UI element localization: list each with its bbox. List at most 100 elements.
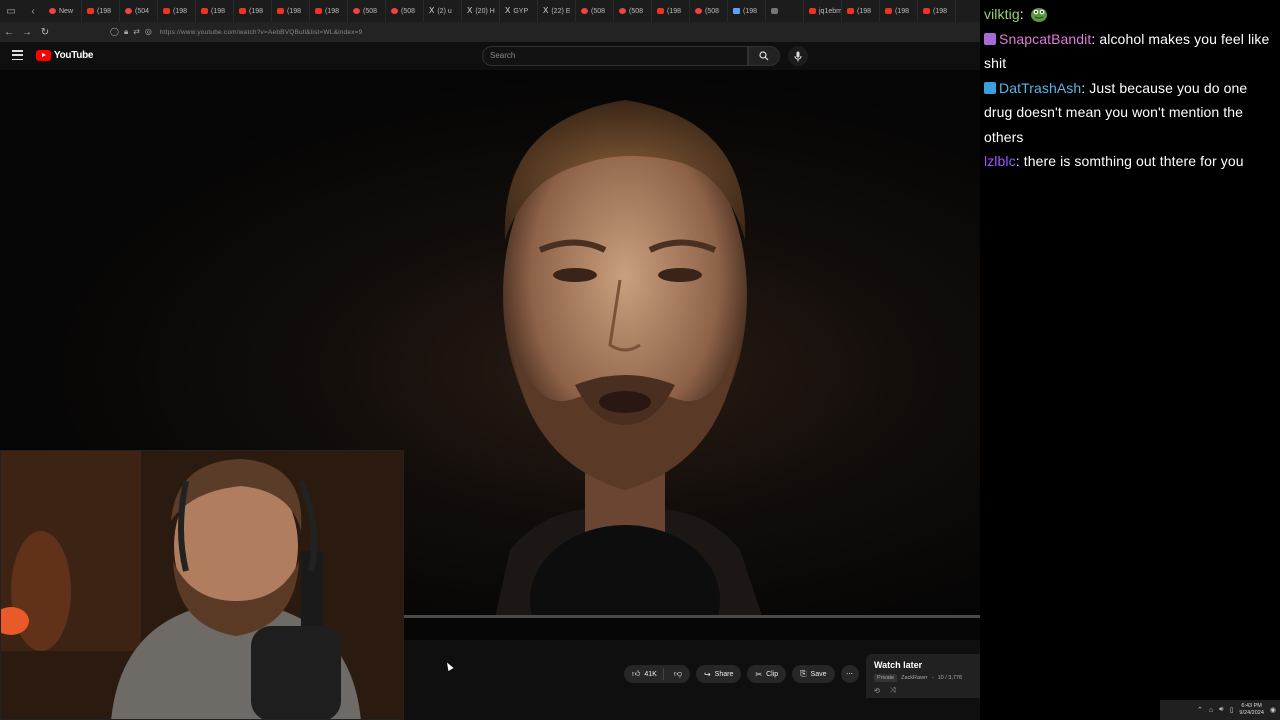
browser-tab[interactable]: (198 [158, 0, 196, 22]
browser-tab-label: (198 [667, 7, 682, 15]
chat-message: SnapcatBandit: alcohol makes you feel li… [984, 27, 1276, 76]
tab-favicon-icon [657, 8, 664, 14]
youtube-wordmark: YouTube [54, 50, 94, 61]
chat-username[interactable]: DatTrashAsh [999, 80, 1081, 96]
playlist-owner[interactable]: ZackRawrr [901, 675, 928, 681]
browser-tab-label: (198 [933, 7, 948, 15]
like-dislike-group: 👍︎ 41K 👎︎ [624, 665, 690, 683]
browser-tab-label: (198 [857, 7, 872, 15]
browser-tab-label: (508 [401, 7, 416, 15]
search-button[interactable] [748, 46, 780, 66]
back-icon[interactable]: ← [0, 27, 18, 38]
browser-tab[interactable]: (508 [348, 0, 386, 22]
tab-favicon-icon [771, 8, 778, 14]
video-presenter-image [495, 100, 762, 615]
voice-search-button[interactable] [788, 46, 808, 66]
browser-tab[interactable]: New [44, 0, 82, 22]
dislike-button[interactable]: 👎︎ [668, 669, 690, 679]
chat-message: lzlblc: there is somthing out thtere for… [984, 149, 1276, 174]
site-info-icons[interactable]: ◯ 🔒︎ ⇄ ◎ [110, 27, 152, 37]
reload-icon[interactable]: ↻ [36, 27, 54, 38]
tab-favicon-icon [87, 8, 94, 14]
clock[interactable]: 6:43 PM 9/24/2024 [1239, 703, 1263, 717]
browser-tab[interactable]: (198 [196, 0, 234, 22]
browser-tab[interactable]: (198 [880, 0, 918, 22]
tab-favicon-icon [809, 8, 816, 14]
clip-button[interactable]: ✂ Clip [747, 665, 787, 683]
browser-tab[interactable]: X (20) H [462, 0, 500, 22]
browser-tab[interactable]: (198 [728, 0, 766, 22]
url-field[interactable]: https://www.youtube.com/watch?v=AebBVQBu… [160, 29, 363, 36]
chat-username[interactable]: lzlblc [984, 153, 1016, 169]
browser-tab-label: (198 [97, 7, 112, 15]
browser-tab[interactable]: (508 [690, 0, 728, 22]
browser-tab[interactable]: (508 [386, 0, 424, 22]
tracking-icon: ◎ [144, 27, 152, 36]
browser-tab-label: (198 [287, 7, 302, 15]
like-button[interactable]: 👍︎ 41K [624, 668, 664, 680]
chat-username[interactable]: vilktig [984, 6, 1020, 22]
volume-icon[interactable]: 🔊︎ [1219, 706, 1223, 714]
tray-chevron-icon[interactable]: ⌃ [1197, 706, 1203, 714]
browser-tab-label: (198 [211, 7, 226, 15]
x-logo-icon: X [505, 6, 511, 15]
thumbs-up-icon: 👍︎ [632, 669, 641, 678]
more-actions-button[interactable]: ⋯ [840, 665, 859, 683]
search-icon [759, 51, 769, 61]
shuffle-icon[interactable]: ⤨ [890, 687, 896, 695]
browser-tab-label: (504 [135, 7, 150, 15]
loop-icon[interactable]: ⟲ [874, 687, 880, 695]
clock-time: 6:43 PM [1241, 703, 1262, 709]
address-bar: ← → ↻ ◯ 🔒︎ ⇄ ◎ https://www.youtube.com/w… [0, 22, 980, 42]
tab-favicon-icon [581, 8, 588, 14]
browser-tab[interactable]: X GYP [500, 0, 538, 22]
chat-separator: : [1015, 153, 1024, 169]
tab-favicon-icon [49, 8, 56, 14]
battery-icon[interactable]: ▯ [1230, 706, 1234, 714]
tab-actions-icon[interactable]: ▭ [0, 0, 22, 22]
chat-username[interactable]: SnapcatBandit [999, 31, 1091, 47]
share-button[interactable]: ↪ Share [695, 665, 742, 683]
thumbs-down-icon: 👎︎ [673, 669, 682, 678]
browser-tab[interactable]: X (2) u [424, 0, 462, 22]
browser-tab[interactable]: (198 [918, 0, 956, 22]
browser-tab-label: (508 [629, 7, 644, 15]
tab-favicon-icon [923, 8, 930, 14]
tab-favicon-icon [163, 8, 170, 14]
browser-tab-strip: ▭ ‹ New (198 (504 (198 (198 (198 (198 (198 (508 (… [0, 0, 980, 22]
browser-tab[interactable]: (198 [310, 0, 348, 22]
tab-favicon-icon [353, 8, 360, 14]
stream-chat: vilktig: SnapcatBandit: alcohol makes yo… [980, 0, 1280, 720]
browser-tab[interactable]: (198 [652, 0, 690, 22]
browser-tab[interactable]: (508 [576, 0, 614, 22]
browser-tab[interactable] [766, 0, 804, 22]
browser-tab[interactable]: (504 [120, 0, 158, 22]
video-actions: 👍︎ 41K 👎︎ ↪ Share ✂ Clip ⎘ Save ⋯ [624, 665, 859, 683]
browser-tab[interactable]: (198 [272, 0, 310, 22]
browser-tab-label: (508 [363, 7, 378, 15]
tab-favicon-icon [277, 8, 284, 14]
browser-tab[interactable]: (508 [614, 0, 652, 22]
video-progress-bar[interactable] [404, 615, 980, 618]
save-button[interactable]: ⎘ Save [792, 665, 835, 683]
tab-back-icon[interactable]: ‹ [22, 0, 44, 22]
forward-icon[interactable]: → [18, 27, 36, 38]
frog-emote-icon [1030, 8, 1047, 22]
browser-tab-label: (20) H [475, 7, 495, 15]
menu-icon[interactable] [12, 50, 23, 60]
youtube-logo[interactable]: YouTube [36, 50, 94, 61]
browser-tab[interactable]: jq1ebmwi [804, 0, 842, 22]
network-icon[interactable]: ⌂ [1209, 707, 1213, 714]
browser-tab[interactable]: (198 [842, 0, 880, 22]
chat-badge-icon [984, 81, 996, 94]
tab-favicon-icon [315, 8, 322, 14]
browser-tab-label: (198 [173, 7, 188, 15]
microphone-icon [794, 51, 802, 61]
search-input[interactable]: Search [482, 46, 748, 66]
browser-tab[interactable]: X (22) E [538, 0, 576, 22]
notification-icon[interactable]: ◉ [1270, 706, 1276, 714]
chat-text: there is somthing out thtere for you [1023, 153, 1244, 169]
browser-tab[interactable]: (198 [234, 0, 272, 22]
browser-tab[interactable]: (198 [82, 0, 120, 22]
x-logo-icon: X [467, 6, 473, 15]
